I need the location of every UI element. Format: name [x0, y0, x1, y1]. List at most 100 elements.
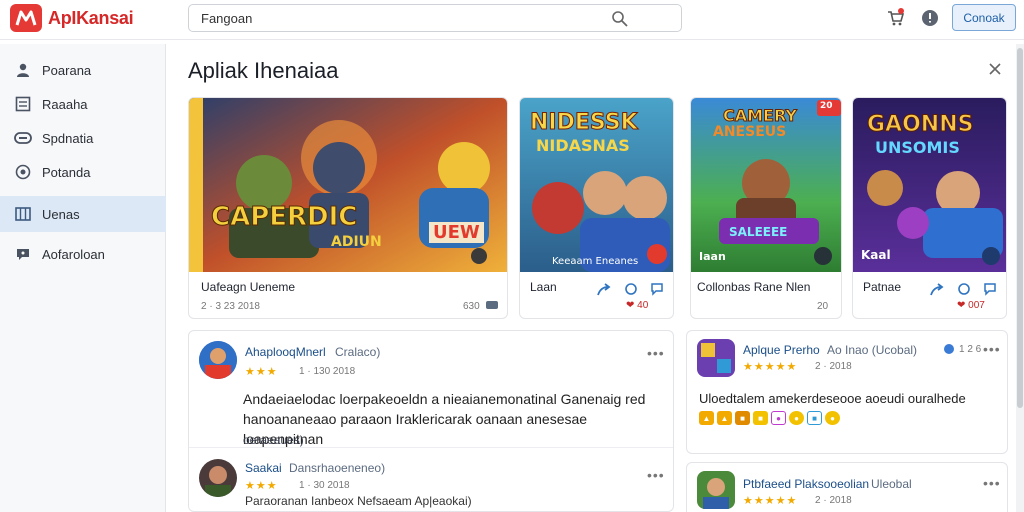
sidebar-item-spdnatia[interactable]: Spdnatia: [0, 120, 166, 156]
sidebar-item-label: Aofaroloan: [42, 246, 105, 262]
sidebar-item-potanda[interactable]: Potanda: [0, 154, 166, 190]
avatar: [199, 341, 237, 379]
cart-icon[interactable]: [886, 8, 906, 33]
sidebar-item-label: Poarana: [42, 62, 92, 78]
reviewer-name[interactable]: AhaplooqMnerl: [245, 345, 326, 359]
person-icon: [14, 61, 32, 79]
reviewer-name[interactable]: Aplque Prerho: [743, 343, 820, 357]
sidebar-item-label: Raaaha: [42, 96, 88, 112]
card-title: Laan: [530, 280, 557, 294]
featured-card[interactable]: GAONNS UNSOMIS Kaal Patnae ❤ 007: [852, 97, 1007, 319]
connect-button[interactable]: Conoak: [952, 4, 1016, 31]
refresh-icon[interactable]: [957, 282, 971, 296]
reaction-icon[interactable]: ●: [771, 411, 786, 425]
rating-stars: ★★★: [245, 366, 278, 378]
page-title: Apliak Ihenaiaa: [188, 58, 339, 83]
review-card: Ptbfaeed Plaksooeolian Uleobal ★★★★★ 2 ·…: [686, 462, 1008, 512]
card-title: Collonbas Rane Nlen: [697, 280, 811, 294]
grid-icon: [14, 205, 32, 223]
more-options-icon[interactable]: •••: [647, 345, 665, 361]
app-title: ApIKansai: [48, 7, 134, 28]
scrollbar-thumb[interactable]: [1017, 48, 1023, 408]
reviewer-tag: Uleobal: [871, 477, 912, 491]
reaction-icon[interactable]: ▲: [699, 411, 714, 425]
art-subtitle: NIDASNAS: [536, 136, 630, 155]
art-caption: Kaal: [861, 248, 891, 262]
featured-card[interactable]: CAPERDIC ADIUN UEW Uafeagn Ueneme 2 · 3 …: [188, 97, 508, 319]
rating-stars: ★★★★★: [743, 361, 798, 373]
sidebar-item-label: Spdnatia: [42, 130, 94, 146]
game-artwork: CAPERDIC ADIUN UEW: [189, 98, 507, 272]
logo-icon: [10, 4, 42, 32]
reviewer-tag: Ao Inao (Ucobal): [827, 343, 918, 357]
more-options-icon[interactable]: •••: [983, 475, 1001, 491]
share-arrow-icon[interactable]: [596, 283, 612, 297]
reviewer-tag: Dansrhaoeneneo): [289, 461, 386, 475]
reaction-icon[interactable]: ●: [825, 411, 840, 425]
review-date: 1 · 130 2018: [299, 366, 356, 377]
review-text-extra: oeraeaues): [243, 433, 304, 447]
sidebar-item-label: Uenas: [42, 206, 80, 222]
close-icon[interactable]: [988, 62, 1002, 81]
card-title: Patnae: [863, 280, 902, 294]
more-options-icon[interactable]: •••: [647, 467, 665, 483]
art-caption: Iaan: [699, 250, 726, 263]
notification-icon[interactable]: [920, 8, 940, 33]
reaction-row: ▲ ▲ ■ ■ ● ● ■ ●: [699, 411, 840, 425]
card-meta: 20: [817, 301, 829, 312]
reaction-icon[interactable]: ●: [789, 411, 804, 425]
clock-icon: [14, 163, 32, 181]
sidebar-item-poarana[interactable]: Poarana: [0, 52, 166, 88]
game-artwork: CAMERY ANESEUS SALEEEE 20 Iaan: [691, 98, 841, 272]
search-input[interactable]: Fangoan: [188, 4, 682, 32]
review-text: Uloedtalem amekerdeseooe aoeudi ouralhed…: [699, 391, 966, 406]
comment-icon[interactable]: [650, 282, 664, 296]
top-bar: ApIKansai Fangoan Conoak: [0, 0, 1024, 40]
list-icon: [14, 95, 32, 113]
chat-icon: [14, 245, 32, 263]
app-logo[interactable]: ApIKansai: [10, 4, 134, 32]
reaction-icon[interactable]: ■: [807, 411, 822, 425]
reviewer-name[interactable]: Ptbfaeed Plaksooeolian: [743, 477, 869, 491]
avatar: [199, 459, 237, 497]
art-title: GAONNS: [866, 112, 974, 138]
art-subtitle: ANESEUS: [713, 124, 787, 140]
review-date: 2 · 2018: [815, 361, 852, 372]
sidebar: Poarana Raaaha Spdnatia Potanda Uenas Ao…: [0, 44, 166, 512]
gamepad-icon: [14, 129, 32, 147]
featured-card[interactable]: CAMERY ANESEUS SALEEEE 20 Iaan Collonbas…: [690, 97, 842, 319]
side-count: 1 2 6: [959, 344, 982, 355]
game-artwork: NIDESSK NIDASNAS Keeaam Eneanes: [520, 98, 673, 272]
reaction-icon[interactable]: ▲: [717, 411, 732, 425]
review-text: Paraoranan Ianbeox Nefsaeam Ap|eaokai): [245, 494, 472, 508]
art-title: NIDESSK: [530, 110, 639, 136]
share-icon[interactable]: [485, 299, 499, 311]
search-value: Fangoan: [201, 11, 253, 26]
comment-icon[interactable]: [983, 282, 997, 296]
more-options-icon[interactable]: •••: [983, 341, 1001, 357]
refresh-icon[interactable]: [624, 282, 638, 296]
likes-count: ❤ 007: [957, 300, 985, 311]
art-subtitle: UNSOMIS: [875, 138, 960, 157]
scrollbar[interactable]: [1016, 44, 1024, 512]
sidebar-item-uenas[interactable]: Uenas: [0, 196, 166, 232]
likes-count: ❤ 40: [626, 300, 649, 311]
card-meta-count: 630: [463, 301, 480, 312]
review-card: Aplque Prerho Ao Inao (Ucobal) ★★★★★ 2 ·…: [686, 330, 1008, 454]
reviewer-name[interactable]: Saakai: [245, 461, 282, 475]
rating-stars: ★★★: [245, 480, 278, 492]
art-title: CAMERY: [722, 106, 798, 126]
reviewer-tag: Cralaco): [335, 345, 381, 359]
reaction-icon[interactable]: ■: [753, 411, 768, 425]
sidebar-item-raaaha[interactable]: Raaaha: [0, 86, 166, 122]
review-date: 1 · 30 2018: [299, 480, 350, 491]
featured-card[interactable]: NIDESSK NIDASNAS Keeaam Eneanes Laan ❤ 4…: [519, 97, 674, 319]
sidebar-item-label: Potanda: [42, 164, 91, 180]
review-text: Andaeiaelodac loerpakeoeldn a nieaianemo…: [243, 391, 646, 447]
share-arrow-icon[interactable]: [929, 283, 945, 297]
game-artwork: GAONNS UNSOMIS Kaal: [853, 98, 1006, 272]
reaction-icon[interactable]: ■: [735, 411, 750, 425]
sidebar-item-aofaroloan[interactable]: Aofaroloan: [0, 236, 166, 272]
art-title: CAPERDIC: [210, 202, 358, 233]
search-icon[interactable]: [611, 10, 629, 33]
